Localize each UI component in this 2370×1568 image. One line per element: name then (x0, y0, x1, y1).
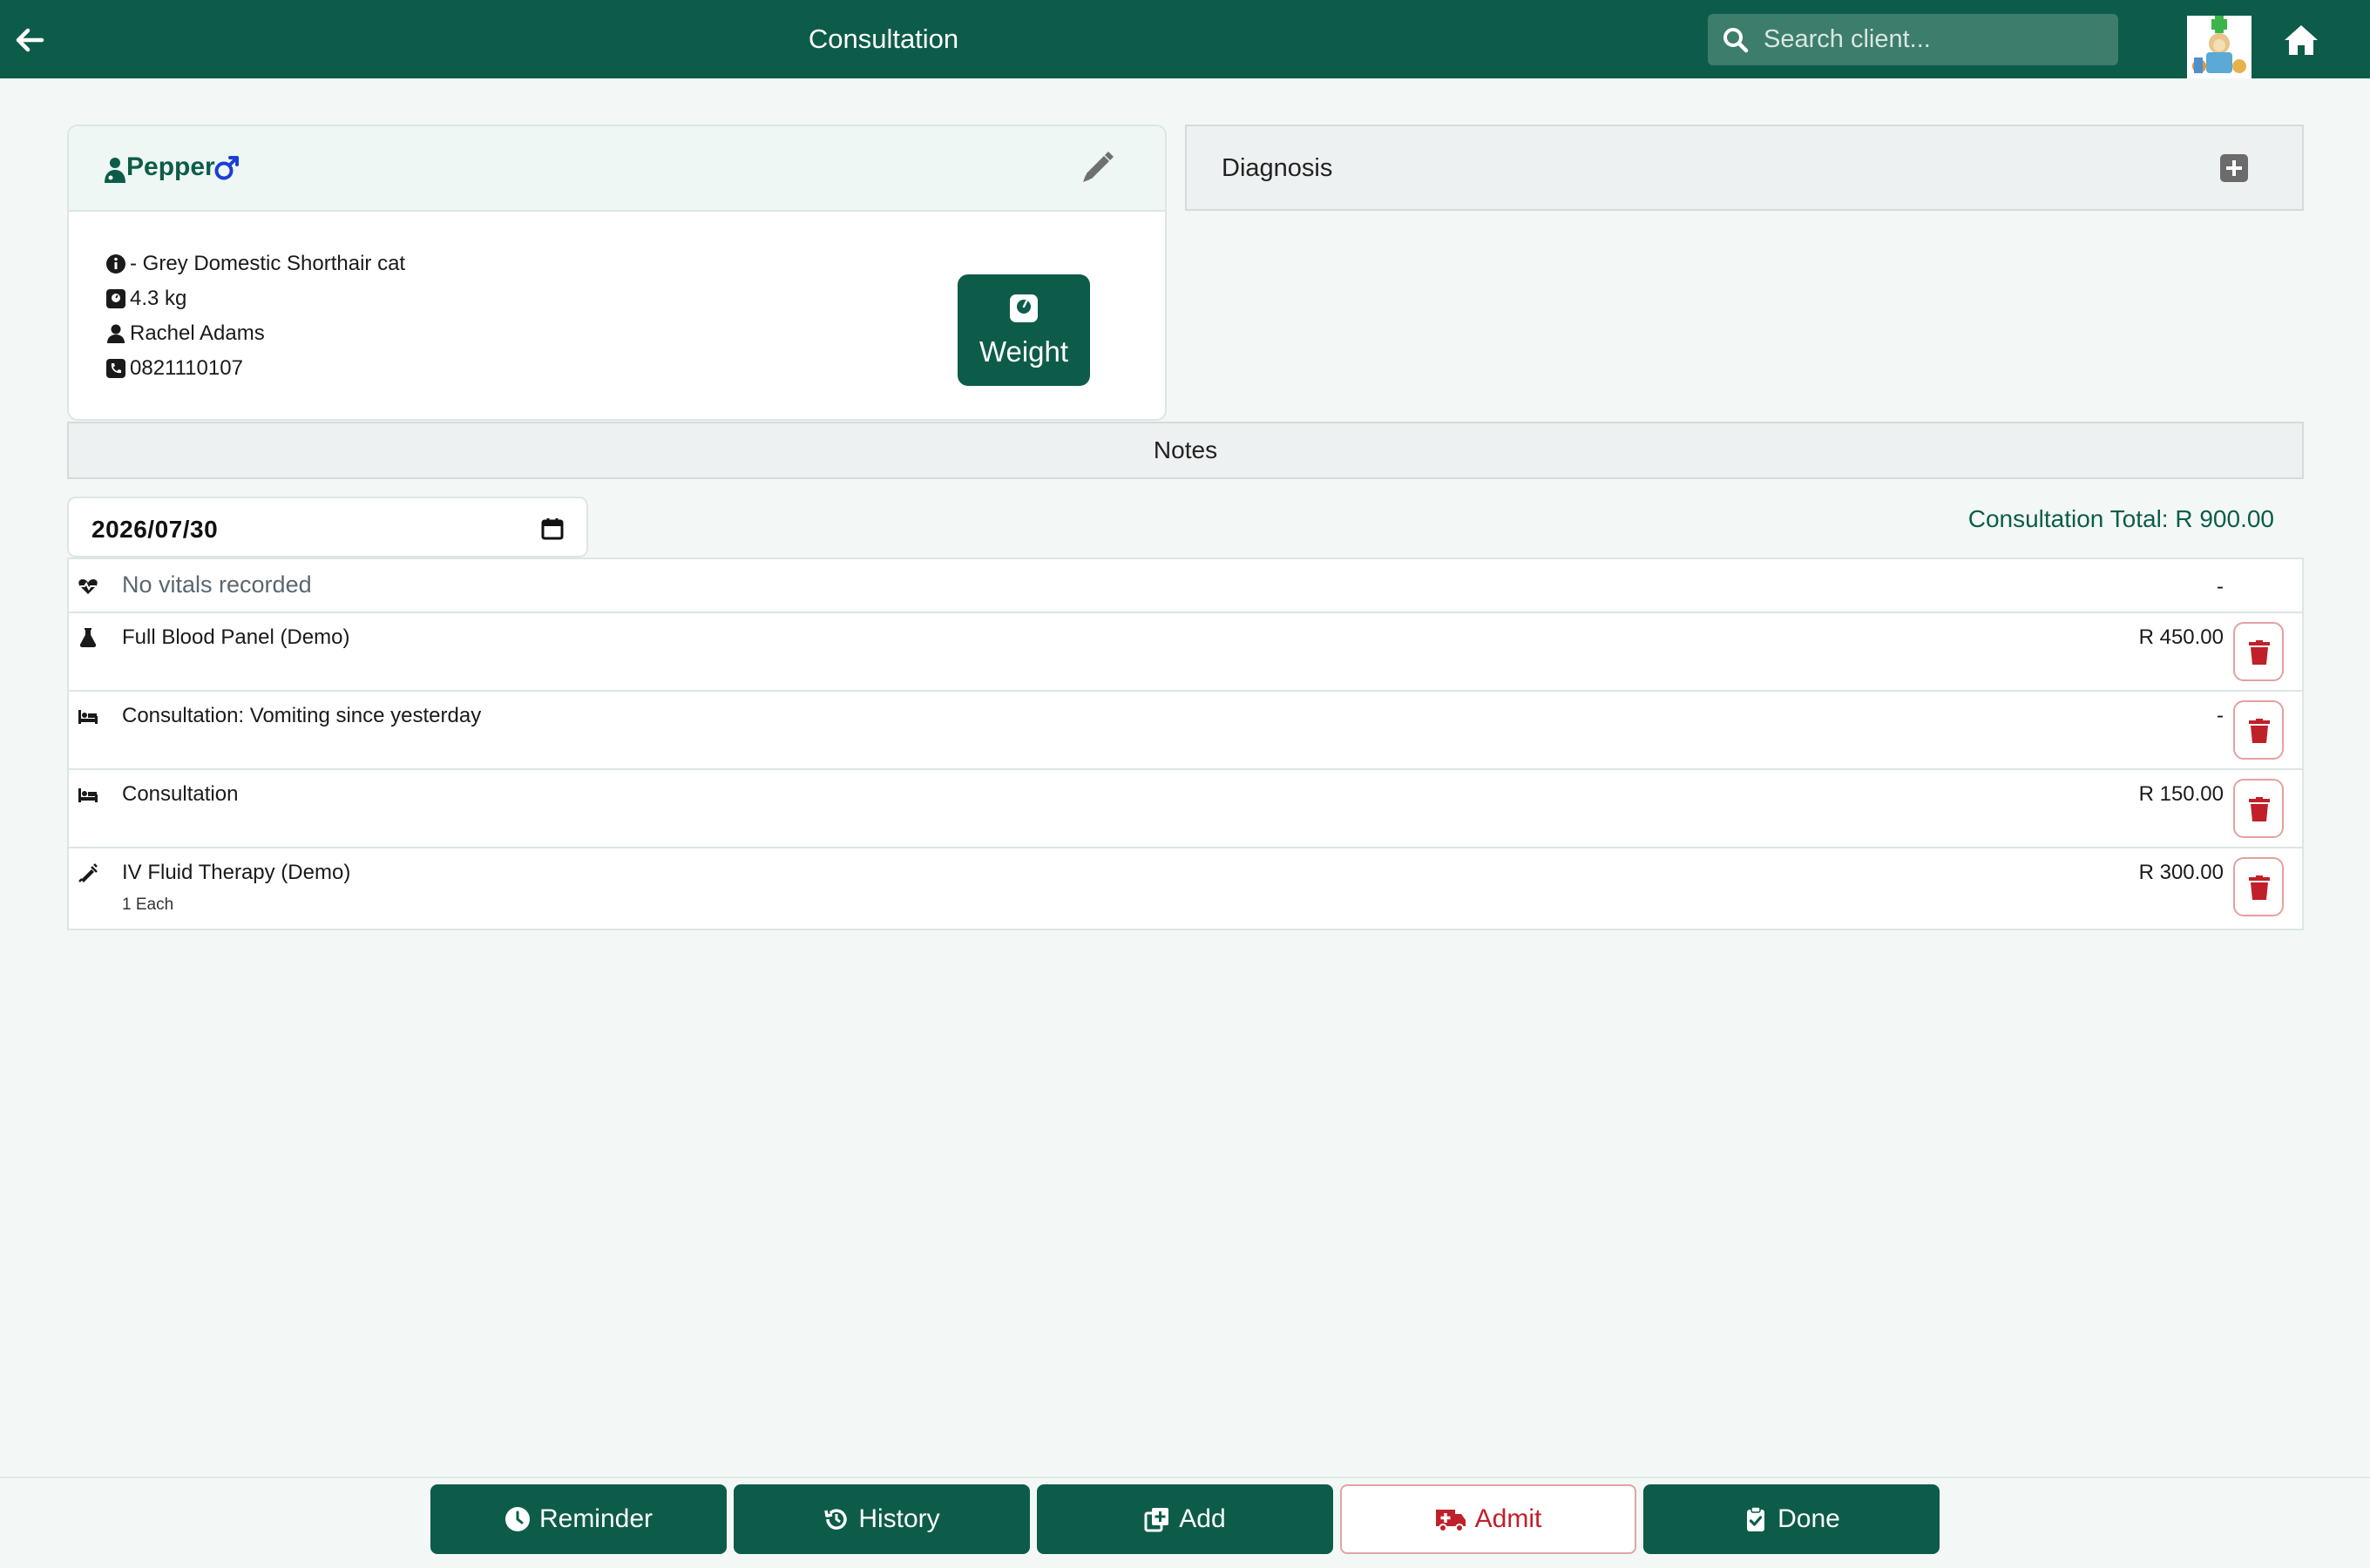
owner-name: Rachel Adams (130, 321, 265, 345)
item-label: Full Blood Panel (Demo) (122, 625, 350, 649)
user-icon (105, 323, 126, 344)
clock-icon (504, 1507, 530, 1531)
item-label: Consultation: Vomiting since yesterday (122, 704, 482, 727)
diagnosis-panel[interactable]: Diagnosis (1185, 125, 2304, 211)
flask-icon (78, 627, 98, 648)
add-button[interactable]: Add (1037, 1484, 1333, 1554)
item-quantity: 1 Each (122, 896, 174, 914)
list-item-consultation[interactable]: Consultation R 150.00 (69, 770, 2302, 848)
pet-description-row: - Grey Domestic Shorthair cat (105, 250, 405, 278)
notes-bar[interactable]: Notes (67, 422, 2304, 479)
phone-row: 0821110107 (105, 355, 243, 382)
home-icon[interactable] (2283, 23, 2319, 57)
pet-name: Pepper (126, 152, 215, 181)
item-price: - (2217, 704, 2224, 727)
delete-button[interactable] (2233, 700, 2284, 760)
date-value: 2026/07/30 (91, 516, 219, 543)
trash-icon (2249, 797, 2270, 821)
list-item-vitals[interactable]: No vitals recorded - (69, 559, 2302, 613)
clipboard-check-icon (1747, 1506, 1765, 1531)
consultation-items-list: No vitals recorded - Full Blood Panel (D… (67, 558, 2304, 930)
syringe-icon (78, 862, 98, 883)
list-item-iv-fluid[interactable]: IV Fluid Therapy (Demo) 1 Each R 300.00 (69, 848, 2302, 929)
item-price: R 300.00 (2138, 861, 2224, 884)
patient-card-header: Pepper (69, 126, 1165, 212)
history-icon (824, 1509, 848, 1530)
scale-icon (105, 288, 126, 309)
admit-button[interactable]: Admit (1340, 1484, 1636, 1554)
delete-button[interactable] (2233, 779, 2284, 838)
owner-row: Rachel Adams (105, 320, 265, 348)
ambulance-icon (1435, 1510, 1466, 1532)
trash-icon (2249, 875, 2270, 900)
pet-weight-row: 4.3 kg (105, 285, 186, 313)
reminder-button[interactable]: Reminder (430, 1484, 727, 1554)
add-label: Add (1179, 1504, 1226, 1533)
item-label: No vitals recorded (122, 571, 312, 598)
bed-icon (78, 706, 98, 727)
date-input[interactable]: 2026/07/30 (67, 497, 588, 558)
diagnosis-label: Diagnosis (1222, 154, 1333, 182)
edit-pencil-icon[interactable] (1078, 149, 1116, 187)
calendar-icon[interactable] (539, 516, 565, 542)
list-item-consultation-note[interactable]: Consultation: Vomiting since yesterday - (69, 692, 2302, 770)
search-input[interactable] (1764, 14, 2103, 65)
heart-pulse-icon (78, 576, 98, 597)
pet-weight: 4.3 kg (130, 287, 187, 310)
phone-icon (105, 358, 126, 379)
admit-label: Admit (1474, 1504, 1542, 1533)
delete-button[interactable] (2233, 857, 2284, 916)
vet-person-icon (102, 156, 128, 184)
item-label: Consultation (122, 782, 239, 806)
bed-icon (78, 784, 98, 805)
male-sex-icon (213, 154, 240, 182)
item-price: R 150.00 (2138, 782, 2224, 806)
item-price: R 450.00 (2138, 625, 2224, 649)
reminder-label: Reminder (538, 1504, 653, 1533)
consultation-total: Consultation Total: R 900.00 (1967, 505, 2274, 532)
delete-button[interactable] (2233, 622, 2284, 681)
search-box[interactable] (1708, 14, 2118, 65)
item-label: IV Fluid Therapy (Demo) (122, 861, 351, 884)
weight-button-label: Weight (978, 335, 1069, 368)
list-item-blood-panel[interactable]: Full Blood Panel (Demo) R 450.00 (69, 613, 2302, 692)
scale-icon (1009, 294, 1039, 323)
clinic-logo-avatar[interactable] (2187, 16, 2252, 78)
plus-square-icon[interactable] (2218, 152, 2250, 184)
search-icon (1722, 26, 1750, 54)
top-bar: Consultation (0, 0, 2370, 78)
pet-description: - Grey Domestic Shorthair cat (130, 252, 406, 275)
history-label: History (858, 1504, 940, 1533)
history-button[interactable]: History (734, 1484, 1030, 1554)
info-circle-icon (105, 253, 126, 274)
done-button[interactable]: Done (1643, 1484, 1940, 1554)
add-copy-icon (1144, 1508, 1169, 1532)
trash-icon (2249, 719, 2270, 743)
page-title: Consultation (808, 24, 959, 54)
weight-button[interactable]: Weight (958, 274, 1090, 386)
patient-card: Pepper - Grey Domestic Shorthair cat 4.3… (67, 125, 1167, 421)
item-price: - (2217, 575, 2224, 598)
done-label: Done (1778, 1504, 1840, 1533)
owner-phone: 0821110107 (130, 356, 243, 380)
trash-icon (2249, 640, 2270, 665)
